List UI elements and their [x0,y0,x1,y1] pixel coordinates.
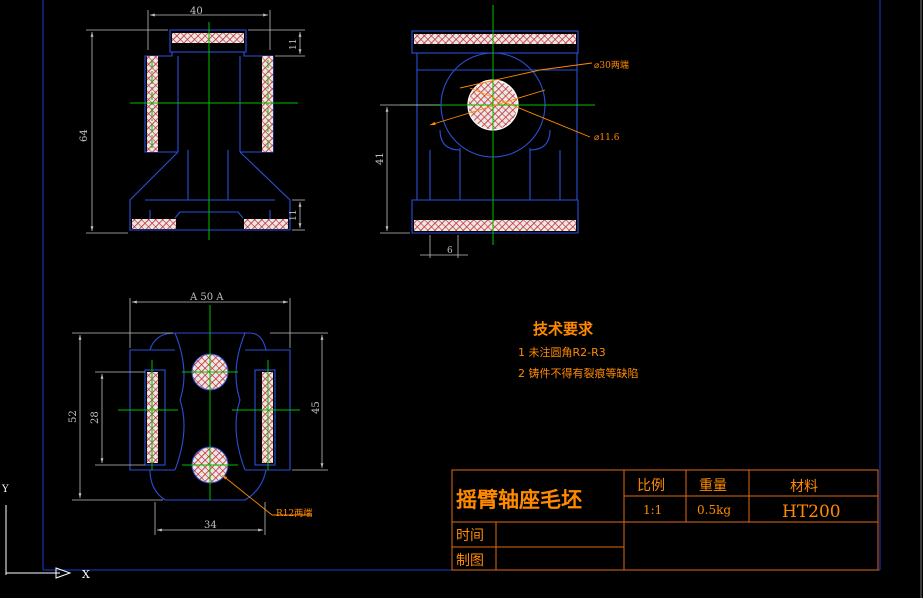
part-name: 摇臂轴座毛坯 [456,488,582,512]
ucs-y-label: Y [1,484,9,495]
drawn-label: 制图 [456,553,484,569]
plan-dim-right: 45 [311,401,322,414]
material-label: 材料 [790,479,818,495]
front-dim-right-bottom: 11 [289,210,299,221]
tech-req-title: 技术要求 [533,320,594,338]
material-value: HT200 [782,502,841,522]
scale-value: 1:1 [643,503,662,517]
plan-dim-top: A 50 A [189,292,224,303]
side-dim-bottom: 6 [447,246,453,256]
plan-view[interactable]: A 50 A 52 28 45 34 R12两端 [68,292,328,535]
ucs-icon: Y X [1,484,90,581]
scale-label: 比例 [637,478,665,494]
side-bottom-hatch [414,220,576,231]
plan-dim-left-inner: 28 [90,411,101,424]
front-bottom-left-hatch [132,219,176,229]
tech-req-item-1: 1 未注圆角R2-R3 [518,345,606,359]
front-bottom-right-hatch [244,219,288,229]
front-dim-top: 40 [190,6,203,17]
cad-drawing-canvas[interactable]: 40 64 11 11 ⌀30两端 ⌀11.6 41 6 A 50 A 52 2… [0,0,923,598]
ucs-x-label: X [82,568,90,581]
plan-dim-left-outer: 52 [68,410,79,423]
side-top-hatch [414,34,576,44]
title-block[interactable]: 摇臂轴座毛坯 比例 重量 材料 1:1 0.5kg HT200 时间 制图 [451,469,879,571]
front-dim-right-top: 11 [289,39,299,50]
tech-requirements: 技术要求 1 未注圆角R2-R3 2 铸件不得有裂痕等缺陷 [518,320,639,380]
front-view[interactable]: 40 64 11 11 [79,6,305,240]
side-dimensions [380,104,468,258]
weight-value: 0.5kg [697,503,731,517]
side-dim-left: 41 [375,152,386,165]
side-leaders [429,62,593,138]
weight-label: 重量 [699,478,727,494]
front-top-hatch [172,33,244,43]
side-hole-large: ⌀30两端 [594,59,629,71]
side-view-outline [411,30,579,234]
side-view[interactable]: ⌀30两端 ⌀11.6 41 6 [375,5,629,258]
plan-dim-bottom: 34 [204,520,217,531]
front-dim-left: 64 [79,129,90,142]
tech-req-item-2: 2 铸件不得有裂痕等缺陷 [518,366,639,380]
plan-radius-note: R12两端 [276,507,312,519]
side-hole-small: ⌀11.6 [594,133,620,143]
time-label: 时间 [456,528,484,544]
